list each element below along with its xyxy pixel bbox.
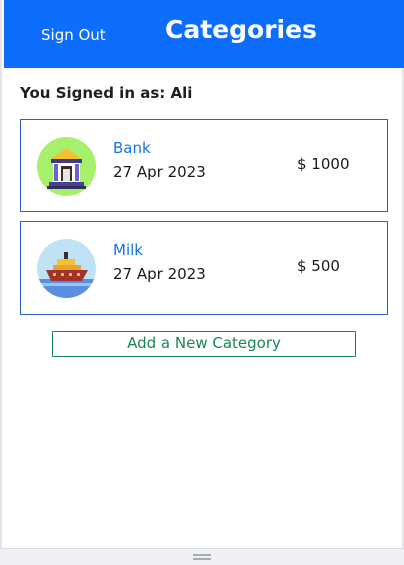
category-amount: $ 1000 (297, 155, 350, 173)
category-date: 27 Apr 2023 (113, 163, 206, 181)
page-title: Categories (165, 15, 317, 44)
app-window: Sign Out Categories You Signed in as: Al… (0, 0, 404, 565)
signed-in-user-text: You Signed in as: Ali (20, 84, 193, 102)
add-category-button[interactable]: Add a New Category (52, 331, 356, 357)
ship-icon (37, 239, 96, 298)
sign-out-link[interactable]: Sign Out (41, 26, 106, 44)
category-name[interactable]: Bank (113, 139, 151, 157)
category-card-milk[interactable]: Milk 27 Apr 2023 $ 500 (20, 221, 388, 315)
category-card-bank[interactable]: Bank 27 Apr 2023 $ 1000 (20, 119, 388, 212)
resize-handle-icon[interactable] (193, 554, 211, 560)
category-name[interactable]: Milk (113, 241, 143, 259)
resize-bar (0, 548, 404, 565)
top-navbar: Sign Out Categories (4, 0, 404, 68)
bank-building-icon (37, 137, 96, 196)
category-date: 27 Apr 2023 (113, 265, 206, 283)
category-amount: $ 500 (297, 257, 340, 275)
